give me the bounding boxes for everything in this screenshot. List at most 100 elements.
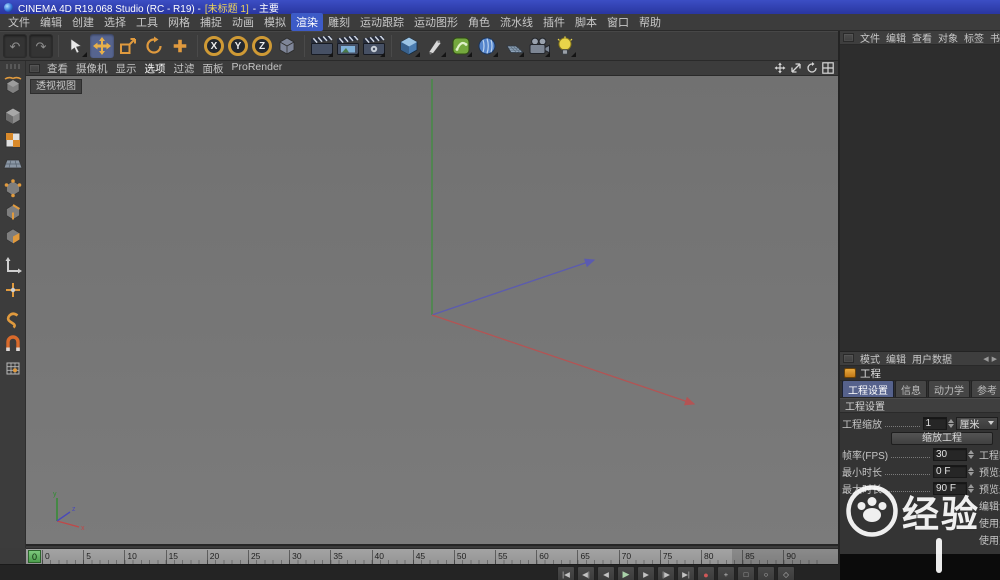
object-manager-menu-item[interactable]: 对象: [935, 30, 961, 45]
move-tool-button[interactable]: [90, 34, 114, 58]
viewport[interactable]: 透视视图 y x z: [26, 76, 838, 546]
menu-item[interactable]: 窗口: [602, 13, 634, 31]
render-view-button[interactable]: [310, 34, 334, 58]
attribute-tab[interactable]: 信息: [895, 381, 927, 398]
menu-item[interactable]: 雕刻: [323, 13, 355, 31]
add-subdivision-surface-button[interactable]: [449, 34, 473, 58]
viewport-menu-item[interactable]: 显示: [112, 61, 141, 76]
transport-button[interactable]: ▶: [617, 566, 635, 580]
history-forward-icon[interactable]: ▶: [992, 355, 997, 363]
menu-item[interactable]: 运动图形: [409, 13, 463, 31]
field-input[interactable]: 0 F: [933, 465, 967, 478]
redo-button[interactable]: ↷: [29, 34, 53, 58]
transport-button[interactable]: +: [717, 566, 735, 580]
viewport-menu-item[interactable]: 选项: [141, 61, 170, 76]
object-manager-menu-item[interactable]: 文件: [857, 30, 883, 45]
panel-grip-icon[interactable]: [29, 64, 40, 73]
menu-item[interactable]: 动画: [227, 13, 259, 31]
transport-button[interactable]: |◀: [557, 566, 575, 580]
viewport-menu-item[interactable]: 面板: [199, 61, 228, 76]
transport-button[interactable]: ◀: [597, 566, 615, 580]
workplane-mode-button[interactable]: [2, 153, 24, 175]
viewport-menu-item[interactable]: ProRender: [228, 61, 287, 76]
stepper-icon[interactable]: [968, 467, 974, 476]
rotate-tool-button[interactable]: [142, 34, 166, 58]
menu-item[interactable]: 帮助: [634, 13, 666, 31]
add-spline-button[interactable]: [423, 34, 447, 58]
rotate-view-button[interactable]: [805, 62, 819, 75]
workplane-snap-button[interactable]: [2, 357, 24, 379]
transport-button[interactable]: |▶: [657, 566, 675, 580]
scale-tool-button[interactable]: [116, 34, 140, 58]
coordinate-system-button[interactable]: [275, 34, 299, 58]
project-scale-input[interactable]: 1: [923, 417, 947, 430]
axis-mode-button[interactable]: [2, 255, 24, 277]
edges-mode-button[interactable]: [2, 201, 24, 223]
stepper-icon[interactable]: [948, 419, 954, 428]
transport-button[interactable]: ◀|: [577, 566, 595, 580]
viewport-menu-item[interactable]: 摄像机: [72, 61, 112, 76]
attribute-manager-menu-item[interactable]: 用户数据: [909, 351, 955, 366]
scale-project-button[interactable]: 缩放工程: [891, 432, 993, 445]
model-mode-button[interactable]: [2, 105, 24, 127]
lock-y-axis-button[interactable]: Y: [228, 36, 248, 56]
transport-button[interactable]: ▶: [637, 566, 655, 580]
add-environment-button[interactable]: [501, 34, 525, 58]
add-object-button[interactable]: [397, 34, 421, 58]
render-picture-viewer-button[interactable]: [336, 34, 360, 58]
render-settings-button[interactable]: [362, 34, 386, 58]
pan-view-button[interactable]: [773, 62, 787, 75]
last-tool-button[interactable]: [168, 34, 192, 58]
menu-item[interactable]: 创建: [67, 13, 99, 31]
attribute-tab[interactable]: 参考: [971, 381, 1000, 398]
menu-item[interactable]: 选择: [99, 13, 131, 31]
lock-z-axis-button[interactable]: Z: [252, 36, 272, 56]
zoom-view-button[interactable]: [789, 62, 803, 75]
menu-item[interactable]: 捕捉: [195, 13, 227, 31]
add-camera-button[interactable]: [527, 34, 551, 58]
live-selection-button[interactable]: [64, 34, 88, 58]
transport-button[interactable]: ●: [697, 566, 715, 580]
transport-button[interactable]: □: [737, 566, 755, 580]
menu-item[interactable]: 编辑: [35, 13, 67, 31]
object-manager-menu-item[interactable]: 标签: [961, 30, 987, 45]
menu-item[interactable]: 渲染: [291, 13, 323, 31]
menu-item[interactable]: 角色: [463, 13, 495, 31]
field-input[interactable]: 30: [933, 448, 967, 461]
transport-button[interactable]: ▶|: [677, 566, 695, 580]
lock-x-axis-button[interactable]: X: [204, 36, 224, 56]
menu-item[interactable]: 流水线: [495, 13, 538, 31]
object-manager-list[interactable]: [840, 45, 1000, 352]
panel-grip-icon[interactable]: [843, 33, 854, 42]
attribute-manager-menu-item[interactable]: 模式: [857, 351, 883, 366]
transport-button[interactable]: ◇: [777, 566, 795, 580]
stepper-icon[interactable]: [968, 450, 974, 459]
menu-item[interactable]: 运动跟踪: [355, 13, 409, 31]
palette-grip[interactable]: [6, 64, 20, 69]
attribute-tab[interactable]: 动力学: [928, 381, 970, 398]
menu-item[interactable]: 插件: [538, 13, 570, 31]
current-frame-marker[interactable]: 0: [28, 550, 41, 563]
transport-button[interactable]: ○: [757, 566, 775, 580]
quantize-button[interactable]: [2, 333, 24, 355]
make-editable-button[interactable]: [2, 75, 24, 97]
unit-dropdown[interactable]: 厘米: [956, 417, 999, 430]
menu-item[interactable]: 模拟: [259, 13, 291, 31]
stepper-icon[interactable]: [968, 484, 974, 493]
section-header[interactable]: 工程设置: [840, 398, 1000, 413]
polygons-mode-button[interactable]: [2, 225, 24, 247]
object-manager-menu-item[interactable]: 查看: [909, 30, 935, 45]
texture-mode-button[interactable]: [2, 129, 24, 151]
snap-button[interactable]: [2, 309, 24, 331]
timeline-ruler[interactable]: 0 051015202530354045505560657075808590: [26, 548, 838, 564]
toggle-view-button[interactable]: [821, 62, 835, 75]
points-mode-button[interactable]: [2, 177, 24, 199]
history-back-icon[interactable]: ◀: [983, 355, 988, 363]
add-deformer-button[interactable]: [475, 34, 499, 58]
menu-item[interactable]: 网格: [163, 13, 195, 31]
panel-grip-icon[interactable]: [843, 354, 854, 363]
object-manager-menu-item[interactable]: 书签: [987, 30, 1000, 45]
menu-item[interactable]: 文件: [3, 13, 35, 31]
menu-item[interactable]: 脚本: [570, 13, 602, 31]
attribute-tab[interactable]: 工程设置: [842, 381, 894, 398]
